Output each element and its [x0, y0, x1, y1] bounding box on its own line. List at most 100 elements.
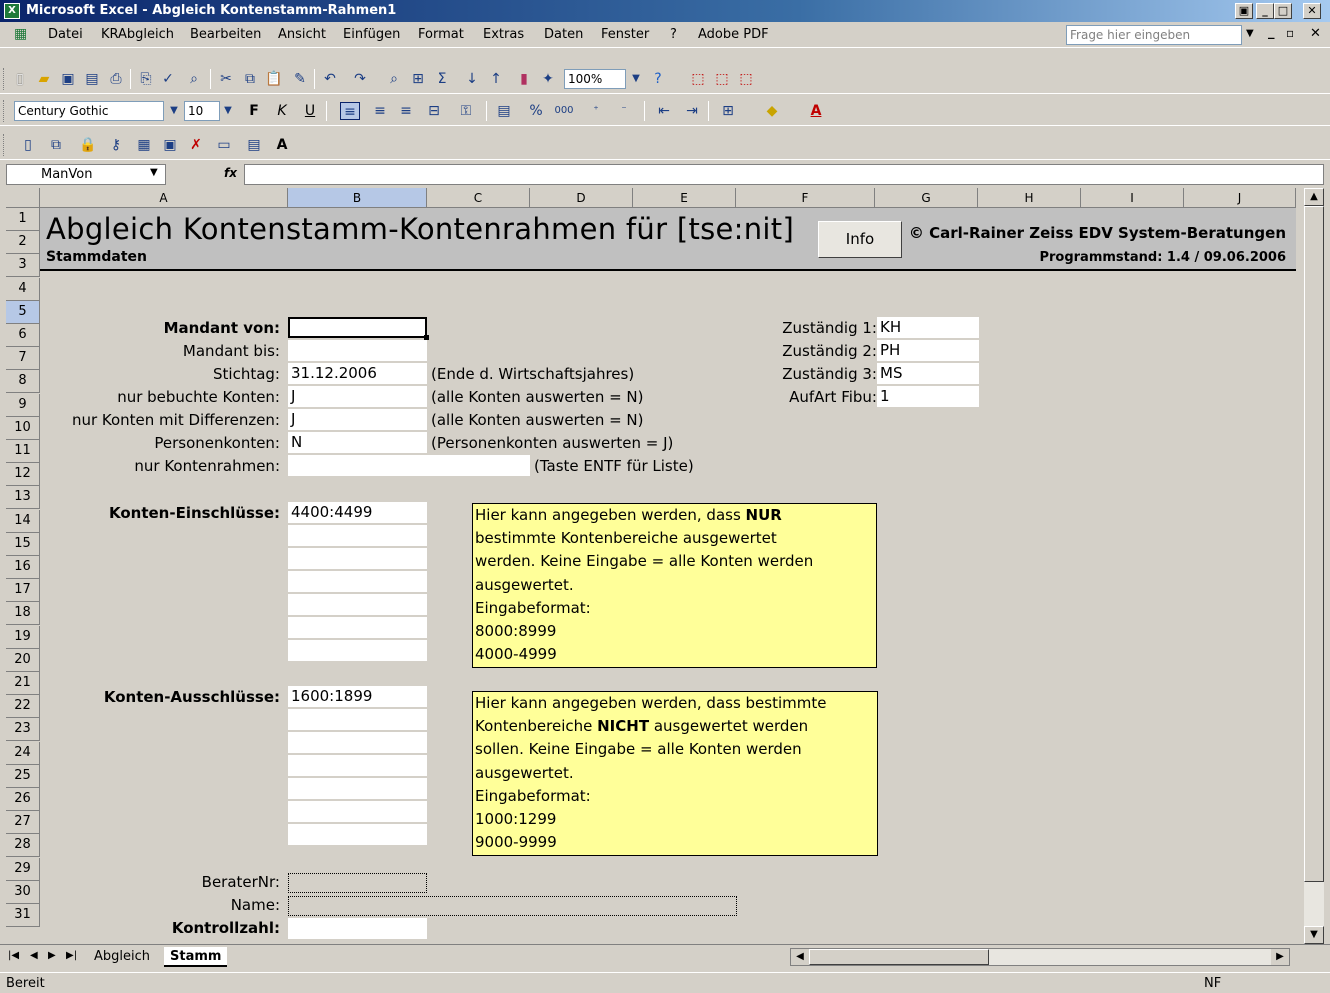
italic-button[interactable]: K — [272, 102, 292, 120]
personen-input[interactable]: N — [288, 432, 427, 453]
horizontal-scrollbar[interactable]: ◀ ▶ — [790, 948, 1290, 966]
bold-button[interactable]: F — [244, 102, 264, 120]
column-header-c[interactable]: C — [427, 188, 530, 208]
row-header[interactable]: 5 — [6, 300, 40, 324]
name-box[interactable]: ManVon — [6, 164, 166, 185]
borders-icon[interactable]: ⊞ — [718, 102, 738, 120]
einschluesse-input-2[interactable] — [288, 525, 427, 546]
increase-indent-icon[interactable]: ⇥ — [682, 102, 702, 120]
font-dropdown-icon[interactable]: ▼ — [164, 102, 184, 120]
row-header[interactable]: 2 — [6, 231, 40, 255]
scroll-left-icon[interactable]: ◀ — [791, 949, 809, 965]
row-header[interactable]: 11 — [6, 440, 40, 463]
kontrollzahl-input[interactable] — [288, 918, 427, 939]
row-header[interactable]: 14 — [6, 509, 40, 533]
menu-datei[interactable]: Datei — [48, 27, 83, 42]
menu-format[interactable]: Format — [418, 27, 464, 42]
font-select[interactable]: Century Gothic — [14, 101, 164, 121]
menu-ansicht[interactable]: Ansicht — [278, 27, 326, 42]
row-header[interactable]: 21 — [6, 672, 40, 695]
menu-help[interactable]: ? — [670, 27, 677, 42]
decrease-decimal-icon[interactable]: ⁻ — [614, 102, 634, 120]
einschluesse-input-3[interactable] — [288, 548, 427, 569]
zustaendig-1-input[interactable]: KH — [877, 317, 979, 338]
doc-restore-icon[interactable]: ▫ — [1286, 26, 1294, 40]
column-header-e[interactable]: E — [633, 188, 736, 208]
key-icon[interactable]: ⚷ — [106, 136, 126, 154]
copy-icon[interactable]: ⧉ — [240, 70, 260, 88]
column-header-i[interactable]: I — [1081, 188, 1184, 208]
column-header-h[interactable]: H — [978, 188, 1081, 208]
row-header[interactable]: 29 — [6, 857, 40, 881]
ausschluesse-input-2[interactable] — [288, 709, 427, 730]
sum-icon[interactable]: Σ — [432, 70, 452, 88]
row-header[interactable]: 7 — [6, 347, 40, 371]
column-header-d[interactable]: D — [530, 188, 633, 208]
row-header[interactable]: 1 — [6, 208, 40, 231]
pdf-mail-icon[interactable]: ⬚ — [712, 70, 732, 88]
row-header[interactable]: 15 — [6, 532, 40, 556]
fill-color-icon[interactable]: ◆ — [762, 102, 782, 120]
calendar-icon[interactable]: ▦ — [134, 136, 154, 154]
cut-icon[interactable]: ✂ — [216, 70, 236, 88]
paste-icon[interactable]: 📋 — [264, 70, 284, 88]
scroll-down-icon[interactable]: ▼ — [1304, 926, 1324, 944]
help-icon[interactable]: ? — [648, 70, 668, 88]
pdf-convert-icon[interactable]: ⬚ — [688, 70, 708, 88]
last-sheet-icon[interactable]: ▶| — [66, 950, 77, 961]
new-icon[interactable]: ▯ — [10, 70, 30, 88]
row-header[interactable]: 13 — [6, 486, 40, 510]
einschluesse-input-6[interactable] — [288, 617, 427, 638]
einschluesse-input-4[interactable] — [288, 571, 427, 592]
prev-sheet-icon[interactable]: ◀ — [30, 950, 38, 961]
lock-icon[interactable]: 🔒 — [78, 136, 98, 154]
menu-extras[interactable]: Extras — [483, 27, 524, 42]
menu-bearbeiten[interactable]: Bearbeiten — [190, 27, 261, 42]
column-header-j[interactable]: J — [1184, 188, 1296, 208]
format-painter-icon[interactable]: ✎ — [290, 70, 310, 88]
stichtag-input[interactable]: 31.12.2006 — [288, 363, 427, 384]
row-header[interactable]: 6 — [6, 324, 40, 347]
print-preview-icon[interactable]: ⎘ — [136, 70, 156, 88]
undo-icon[interactable]: ↶ — [320, 70, 340, 88]
align-right-icon[interactable]: ≡ — [396, 102, 416, 120]
align-center-icon[interactable]: ≡ — [370, 102, 390, 120]
doc-close-icon[interactable]: ✕ — [1310, 26, 1321, 41]
h-scroll-thumb[interactable] — [809, 949, 989, 965]
menu-fenster[interactable]: Fenster — [601, 27, 649, 42]
column-header-b[interactable]: B — [288, 188, 427, 208]
beraternr-input[interactable] — [288, 873, 427, 893]
ask-dropdown-icon[interactable]: ▼ — [1246, 28, 1254, 39]
einschluesse-input-5[interactable] — [288, 594, 427, 615]
row-header[interactable]: 16 — [6, 556, 40, 579]
mandant-von-input[interactable] — [288, 317, 427, 338]
ausschluesse-input-4[interactable] — [288, 755, 427, 776]
row-header[interactable]: 18 — [6, 602, 40, 626]
row-header[interactable]: 9 — [6, 393, 40, 417]
row-header[interactable]: 8 — [6, 370, 40, 394]
sheet-icon[interactable]: ▯ — [18, 136, 38, 154]
close-button[interactable]: ✕ — [1303, 3, 1321, 19]
decrease-indent-icon[interactable]: ⇤ — [654, 102, 674, 120]
minimize-button[interactable]: _ — [1256, 3, 1274, 19]
ausschluesse-input-7[interactable] — [288, 824, 427, 845]
tab-stamm[interactable]: Stamm — [164, 947, 228, 967]
restore-icon-btn[interactable]: ▣ — [1235, 3, 1253, 19]
ask-question-input[interactable]: Frage hier eingeben — [1066, 25, 1242, 45]
scroll-up-icon[interactable]: ▲ — [1304, 188, 1324, 206]
thousands-button[interactable]: 000 — [554, 102, 574, 120]
copy-sheets-icon[interactable]: ⧉ — [46, 136, 66, 154]
align-left-icon[interactable]: ≡ — [340, 102, 360, 120]
drawing-icon[interactable]: ✦ — [538, 70, 558, 88]
next-sheet-icon[interactable]: ▶ — [48, 950, 56, 961]
permission-icon[interactable]: ▤ — [82, 70, 102, 88]
text-size-icon[interactable]: A — [272, 136, 292, 154]
zustaendig-2-input[interactable]: PH — [877, 340, 979, 361]
aufart-fibu-input[interactable]: 1 — [877, 386, 979, 407]
ausschluesse-input-6[interactable] — [288, 801, 427, 822]
research-icon[interactable]: ⌕ — [184, 70, 204, 88]
row-header[interactable]: 10 — [6, 416, 40, 440]
name-input[interactable] — [288, 896, 737, 916]
row-header[interactable]: 27 — [6, 811, 40, 835]
row-header[interactable]: 24 — [6, 741, 40, 765]
